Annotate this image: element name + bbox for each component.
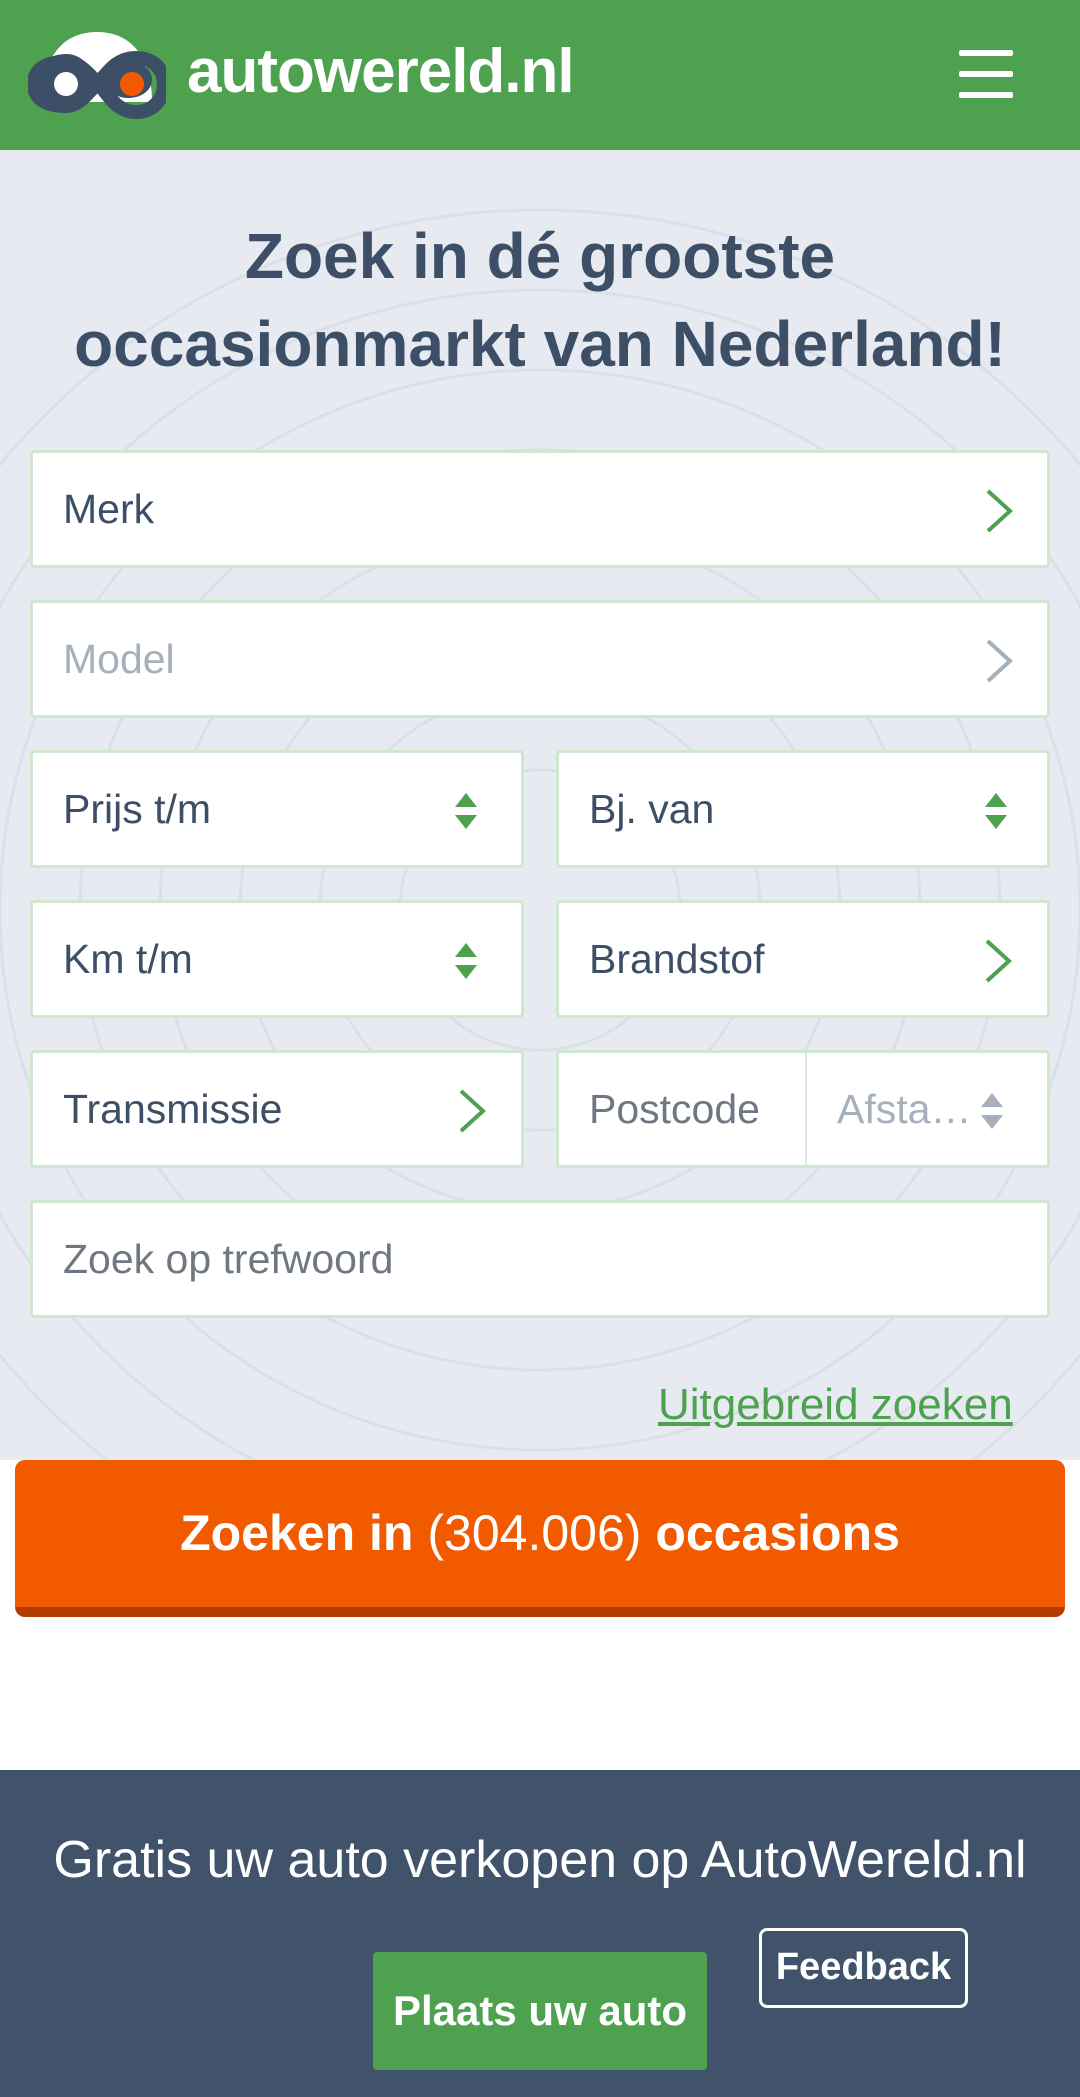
brandstof-label: Brandstof (589, 936, 765, 982)
sell-title: Gratis uw auto verkopen op AutoWereld.nl (53, 1831, 1027, 1889)
search-button[interactable]: Zoeken in (304.006) occasions (15, 1460, 1065, 1617)
afstand-select[interactable]: Afsta… (837, 1053, 971, 1165)
transmissie-label: Transmissie (63, 1086, 283, 1132)
sort-arrows-icon (985, 793, 1007, 829)
merk-select[interactable]: Merk (30, 450, 1050, 568)
prijs-label: Prijs t/m (63, 786, 212, 832)
chevron-right-icon (985, 939, 1012, 983)
hamburger-menu-icon[interactable] (955, 44, 1017, 104)
hero-title: Zoek in dé grootste occasionmarkt van Ne… (20, 212, 1060, 388)
field-divider (805, 1053, 807, 1165)
postcode-input[interactable]: Postcode (589, 1053, 760, 1165)
prijs-select[interactable]: Prijs t/m (30, 750, 524, 868)
km-select[interactable]: Km t/m (30, 900, 524, 1018)
chevron-right-icon (986, 639, 1013, 683)
search-button-prefix: Zoeken in (180, 1505, 414, 1561)
brandstof-select[interactable]: Brandstof (556, 900, 1050, 1018)
sort-arrows-icon (455, 793, 477, 829)
logo-text[interactable]: autowereld.nl (187, 36, 575, 107)
chevron-right-icon (459, 1089, 486, 1133)
chevron-right-icon (986, 489, 1013, 533)
place-car-button[interactable]: Plaats uw auto (373, 1952, 707, 2070)
sort-arrows-icon (455, 943, 477, 979)
postcode-afstand-group: Postcode Afsta… (556, 1050, 1050, 1168)
hero-title-line2: occasionmarkt van Nederland! (74, 308, 1006, 380)
merk-label: Merk (63, 486, 155, 532)
km-label: Km t/m (63, 936, 193, 982)
search-button-suffix: occasions (655, 1505, 900, 1561)
transmissie-select[interactable]: Transmissie (30, 1050, 524, 1168)
infinity-car-icon[interactable] (28, 24, 166, 124)
bouwjaar-select[interactable]: Bj. van (556, 750, 1050, 868)
app-header: autowereld.nl (0, 0, 1080, 150)
sort-arrows-icon (981, 1093, 1003, 1129)
trefwoord-input[interactable]: Zoek op trefwoord (30, 1200, 1050, 1318)
occasion-count: (304.006) (427, 1505, 642, 1561)
trefwoord-placeholder: Zoek op trefwoord (63, 1236, 394, 1282)
feedback-button[interactable]: Feedback (759, 1928, 968, 2008)
model-label: Model (63, 636, 175, 682)
advanced-search-link[interactable]: Uitgebreid zoeken (658, 1380, 1013, 1430)
hero-title-line1: Zoek in dé grootste (244, 220, 836, 292)
model-select[interactable]: Model (30, 600, 1050, 718)
bouwjaar-label: Bj. van (589, 786, 715, 832)
